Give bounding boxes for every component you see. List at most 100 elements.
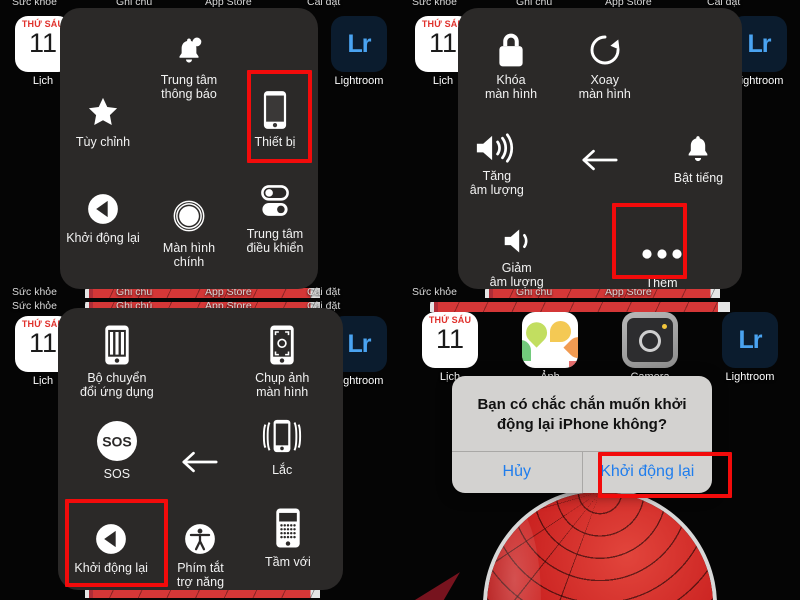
rotate-icon (557, 22, 652, 68)
top-app-label: App Store (205, 0, 252, 8)
menu-item-label: Khóa màn hình (484, 73, 538, 101)
menu-item-accessibility-shortcut[interactable]: Phím tắt trợ năng (153, 510, 248, 589)
svg-text:SOS: SOS (102, 434, 132, 450)
menu-item-label: SOS (103, 467, 131, 481)
step-1-panel-root: Sức khỏe Ghi chú App Store Cài đặt THỨ S… (0, 0, 400, 300)
dialog-confirm-button[interactable]: Khởi động lại (583, 452, 713, 493)
assistive-touch-more-menu: Bộ chuyển đổi ứng dụng Chụp ảnh màn hình (58, 308, 343, 590)
photos-icon (522, 312, 578, 368)
bell-badge-icon (146, 22, 232, 68)
menu-item-label: Phím tắt trợ năng (176, 561, 225, 589)
home-icon (146, 186, 232, 232)
menu-item-shake[interactable]: Lắc (235, 412, 330, 477)
app-icon-lightroom[interactable]: Lr Lightroom (713, 312, 787, 383)
step-2-panel-device: Sức khỏe Ghi chú App Store Cài đặt THỨ S… (400, 0, 800, 300)
menu-item-unmute[interactable]: Bật tiếng (651, 120, 746, 185)
menu-item-label: Thiết bị (254, 135, 296, 149)
menu-item-label: Tăng âm lượng (469, 169, 524, 197)
lightroom-icon: Lr (331, 16, 387, 72)
dialog-cancel-button[interactable]: Hủy (452, 452, 582, 493)
restart-icon (60, 180, 146, 226)
top-app-label: Ghi chú (116, 0, 153, 8)
toggles-icon (232, 176, 318, 222)
menu-item-restart[interactable]: Khởi động lại (64, 510, 159, 575)
menu-item-rotate-screen[interactable]: Xoay màn hình (557, 22, 652, 101)
menu-item-back[interactable] (553, 126, 648, 177)
menu-item-lock-screen[interactable]: Khóa màn hình (464, 22, 559, 101)
menu-item-label: Trung tâm điều khiển (246, 227, 304, 255)
dialog-message: Bạn có chắc chắn muốn khởi động lại iPho… (477, 396, 687, 433)
restart-confirm-dialog: Bạn có chắc chắn muốn khởi động lại iPho… (452, 376, 712, 493)
top-app-label: Cài đặt (707, 0, 741, 8)
app-icon-lightroom[interactable]: Lr Lightroom (322, 16, 396, 87)
lightroom-icon: Lr (722, 312, 778, 368)
app-switcher-icon (69, 320, 164, 366)
top-app-label: Cài đặt (307, 0, 341, 8)
bottom-app-label: Cài đặt (307, 286, 341, 298)
lightroom-mark: Lr (738, 325, 763, 354)
bottom-app-label: Sức khỏe (12, 286, 57, 298)
screenshot-icon (235, 320, 330, 366)
menu-item-label: Màn hình chính (162, 241, 216, 269)
app-icon-photos[interactable]: Ảnh (513, 312, 587, 383)
shake-icon (235, 412, 330, 458)
wallpaper-band (430, 302, 730, 312)
volume-up-icon (449, 118, 544, 164)
menu-item-more[interactable]: Thêm (614, 216, 709, 290)
lock-icon (464, 22, 559, 68)
calendar-icon: THỨ SÁU 11 (422, 312, 478, 368)
menu-item-label: Khởi động lại (66, 231, 140, 245)
menu-item-home[interactable]: Màn hình chính (146, 186, 232, 269)
dialog-buttons: Hủy Khởi động lại (452, 452, 712, 493)
top-app-label: App Store (605, 0, 652, 8)
wallpaper-accent (402, 572, 460, 600)
menu-item-label: Thêm (645, 276, 678, 290)
assistive-touch-device-menu: Khóa màn hình Xoay màn hình Tăng âm lượn… (458, 8, 742, 290)
lightroom-mark: Lr (347, 29, 372, 58)
tutorial-screenshot-grid: Sức khỏe Ghi chú App Store Cài đặt THỨ S… (0, 0, 800, 600)
menu-item-screenshot[interactable]: Chụp ảnh màn hình (235, 320, 330, 399)
menu-item-label: Lắc (272, 463, 293, 477)
menu-item-notification-center[interactable]: Trung tâm thông báo (146, 22, 232, 101)
menu-item-volume-up[interactable]: Tăng âm lượng (449, 118, 544, 197)
menu-item-restart[interactable]: Khởi động lại (60, 180, 146, 245)
top-app-label: Ghi chú (516, 0, 553, 8)
bottom-app-label: Sức khỏe (412, 286, 457, 298)
menu-item-control-center[interactable]: Trung tâm điều khiển (232, 176, 318, 255)
menu-item-app-switcher[interactable]: Bộ chuyển đổi ứng dụng (69, 320, 164, 399)
menu-item-label: Chụp ảnh màn hình (255, 371, 310, 399)
menu-item-reachability[interactable]: Tầm với (240, 504, 335, 569)
reachability-icon (240, 504, 335, 550)
step-3-panel-more: Sức khỏe Ghi chú App Store Cài đặt THỨ S… (0, 300, 400, 600)
lightroom-mark: Lr (347, 329, 372, 358)
assistive-touch-menu: Trung tâm thông báo Tùy chỉnh Thiết bị K… (60, 8, 318, 289)
menu-item-custom[interactable]: Tùy chỉnh (60, 84, 146, 149)
app-icon-camera[interactable]: Camera (613, 312, 687, 383)
app-icon-calendar[interactable]: THỨ SÁU 11 Lịch (413, 312, 487, 383)
menu-item-label: Bật tiếng (673, 171, 724, 185)
lightroom-mark: Lr (747, 29, 772, 58)
menu-item-label: Trung tâm thông báo (160, 73, 218, 101)
menu-item-label: Khởi động lại (74, 561, 148, 575)
volume-down-icon (469, 210, 564, 256)
menu-item-volume-down[interactable]: Giảm âm lượng (469, 210, 564, 289)
app-label: Lightroom (725, 371, 775, 383)
camera-icon (622, 312, 678, 368)
menu-item-label: Tầm với (265, 555, 311, 569)
sos-icon: SOS (69, 416, 164, 462)
accessibility-icon (153, 510, 248, 556)
bell-icon (651, 120, 746, 166)
top-app-label: Sức khỏe (412, 0, 457, 8)
menu-item-label: Giảm âm lượng (489, 261, 544, 289)
back-arrow-icon (553, 126, 648, 172)
menu-item-sos[interactable]: SOS SOS (69, 416, 164, 481)
menu-item-device[interactable]: Thiết bị (232, 84, 318, 149)
device-icon (232, 84, 318, 130)
top-app-label: Sức khỏe (12, 300, 57, 312)
top-app-label: Sức khỏe (12, 0, 57, 8)
step-4-restart-confirm: THỨ SÁU 11 Lịch Ảnh (400, 300, 800, 600)
app-label: Lightroom (334, 75, 384, 87)
menu-item-label: Bộ chuyển đổi ứng dụng (80, 371, 154, 399)
ellipsis-icon (614, 216, 709, 262)
restart-icon (64, 510, 159, 556)
